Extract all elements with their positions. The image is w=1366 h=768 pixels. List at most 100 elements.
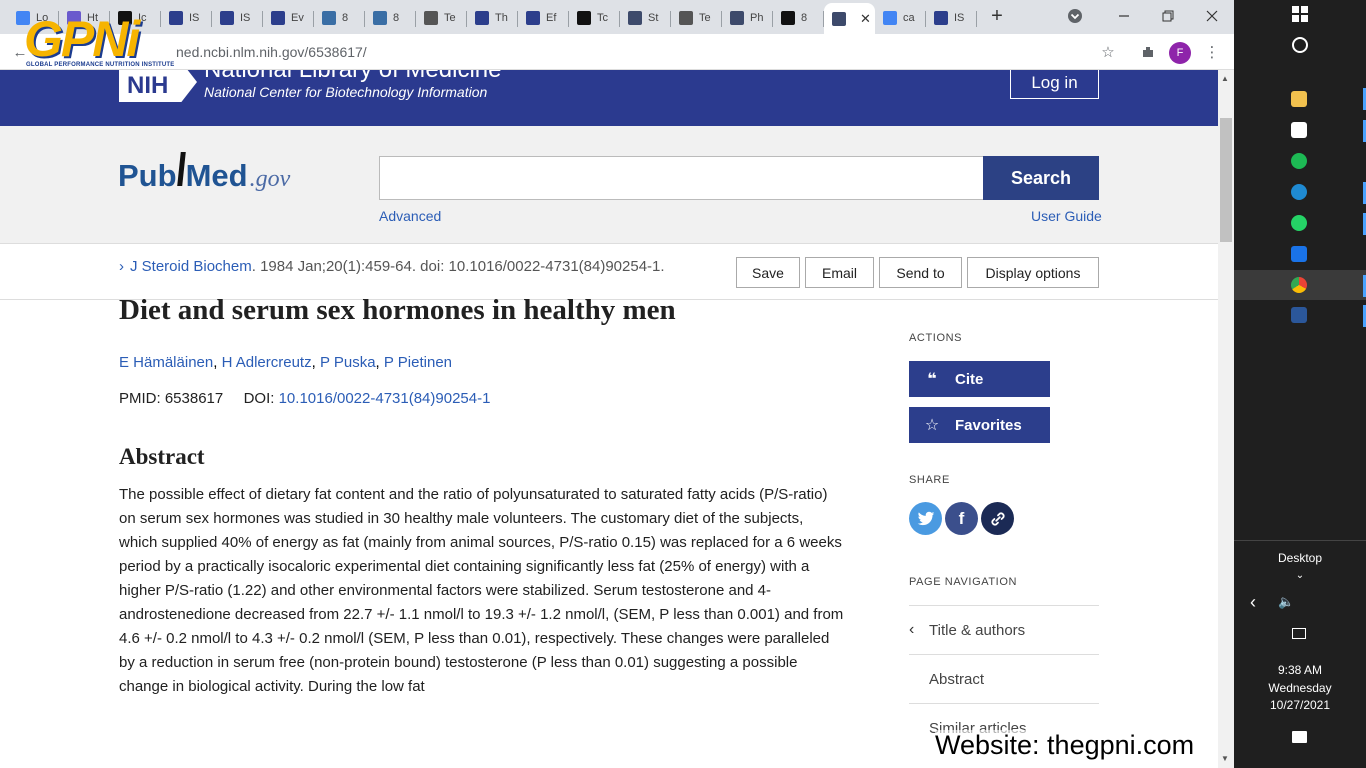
clock-day[interactable]: Wednesday: [1234, 681, 1366, 695]
browser-tab[interactable]: Ev: [263, 4, 314, 32]
scrollbar-thumb[interactable]: [1220, 118, 1232, 242]
copy-link-icon[interactable]: [981, 502, 1014, 535]
identifiers: PMID: 6538617 DOI: 10.1016/0022-4731(84)…: [119, 390, 490, 407]
clock-date[interactable]: 10/27/2021: [1234, 698, 1366, 712]
tab-favicon-icon: [628, 11, 642, 25]
browser-tab[interactable]: 8: [365, 4, 416, 32]
browser-tab[interactable]: Te: [416, 4, 467, 32]
display-options-button[interactable]: Display options: [967, 257, 1099, 288]
chevron-right-icon[interactable]: ›: [119, 258, 124, 275]
tab-label: Th: [495, 12, 508, 24]
browser-tab[interactable]: St: [620, 4, 671, 32]
nav-label: Title & authors: [929, 621, 1026, 639]
browser-tab[interactable]: Ph: [722, 4, 773, 32]
minimize-button[interactable]: [1102, 0, 1146, 32]
browser-tab[interactable]: Ef: [518, 4, 569, 32]
windows-taskbar: Desktop ⌄ ‹ 🔈 9:38 AM Wednesday 10/27/20…: [1234, 0, 1366, 768]
mail-icon[interactable]: [1291, 246, 1307, 262]
star-icon: ☆: [924, 417, 940, 434]
tab-label: ca: [903, 12, 915, 24]
touch-keyboard-icon[interactable]: [1292, 628, 1306, 639]
gpni-logo-subtitle: GLOBAL PERFORMANCE NUTRITION INSTITUTE: [26, 62, 175, 68]
browser-tab[interactable]: IS: [212, 4, 263, 32]
extensions-icon[interactable]: [1138, 42, 1158, 62]
cortana-search-icon[interactable]: [1292, 37, 1308, 53]
tab-favicon-icon: [781, 11, 795, 25]
chevron-down-icon[interactable]: ⌄: [1234, 570, 1366, 581]
spotify-icon[interactable]: [1291, 153, 1307, 169]
tab-favicon-icon: [679, 11, 693, 25]
nav-label: Abstract: [929, 670, 985, 688]
email-button[interactable]: Email: [805, 257, 874, 288]
doi-label: DOI:: [243, 390, 275, 407]
profile-avatar[interactable]: F: [1169, 42, 1191, 64]
browser-tab[interactable]: Tc: [569, 4, 620, 32]
user-guide-link[interactable]: User Guide: [1031, 208, 1102, 224]
chrome-icon[interactable]: [1291, 277, 1307, 293]
file-explorer-icon[interactable]: [1291, 91, 1307, 107]
doi-link[interactable]: 10.1016/0022-4731(84)90254-1: [279, 390, 491, 407]
website-caption: Website: thegpni.com: [935, 730, 1195, 761]
favorites-button[interactable]: ☆ Favorites: [909, 407, 1050, 443]
login-button[interactable]: Log in: [1010, 70, 1099, 99]
tab-label: Ph: [750, 12, 764, 24]
author-link[interactable]: E Hämäläinen: [119, 354, 213, 371]
browser-tab[interactable]: ca: [875, 4, 926, 32]
nih-logo[interactable]: NIH: [119, 70, 197, 102]
desktop-label[interactable]: Desktop: [1234, 551, 1366, 565]
whatsapp-icon[interactable]: [1291, 215, 1307, 231]
bookmark-star-icon[interactable]: ☆: [1098, 42, 1118, 62]
cite-button[interactable]: ❝ Cite: [909, 361, 1050, 397]
browser-tab[interactable]: 8: [773, 4, 824, 32]
clock-time[interactable]: 9:38 AM: [1234, 663, 1366, 677]
author-link[interactable]: H Adlercreutz: [222, 354, 312, 371]
pubmed-logo-bookmark-icon: [176, 152, 186, 186]
close-tab-icon[interactable]: ✕: [860, 11, 871, 27]
gpni-logo-text: GPNi: [24, 11, 140, 67]
tab-label: Te: [444, 12, 456, 24]
tab-label: Ef: [546, 12, 557, 24]
menu-icon[interactable]: ⋮: [1202, 42, 1222, 62]
advanced-search-link[interactable]: Advanced: [379, 208, 441, 224]
word-icon[interactable]: [1291, 307, 1307, 323]
nav-title-authors[interactable]: ‹ Title & authors: [909, 605, 1099, 654]
search-input[interactable]: [379, 156, 984, 200]
edge-icon[interactable]: [1291, 184, 1307, 200]
tab-favicon-icon: [322, 11, 336, 25]
chevron-left-icon[interactable]: ‹: [1250, 592, 1256, 613]
tab-search-icon[interactable]: [1064, 0, 1086, 32]
actions-heading: ACTIONS: [909, 332, 963, 344]
new-tab-button[interactable]: +: [984, 0, 1010, 32]
facebook-icon[interactable]: f: [945, 502, 978, 535]
browser-tab[interactable]: ✕: [824, 3, 875, 34]
volume-icon[interactable]: 🔈: [1278, 594, 1294, 610]
store-icon[interactable]: [1291, 122, 1307, 138]
browser-tab[interactable]: 8: [314, 4, 365, 32]
browser-tab[interactable]: Th: [467, 4, 518, 32]
tab-favicon-icon: [220, 11, 234, 25]
abstract-text: The possible effect of dietary fat conte…: [119, 486, 844, 695]
quote-icon: ❝: [927, 371, 937, 388]
pubmed-logo[interactable]: Pub Med .gov: [118, 152, 290, 194]
search-button[interactable]: Search: [983, 156, 1099, 200]
scroll-down-arrow-icon[interactable]: ▼: [1221, 754, 1229, 763]
save-button[interactable]: Save: [736, 257, 800, 288]
browser-tab[interactable]: Te: [671, 4, 722, 32]
page-scrollbar[interactable]: ▲ ▼: [1218, 70, 1234, 768]
nav-abstract[interactable]: Abstract: [909, 654, 1099, 703]
restore-button[interactable]: [1146, 0, 1190, 32]
twitter-icon[interactable]: [909, 502, 942, 535]
tab-label: 8: [393, 12, 400, 24]
pmid: PMID: 6538617: [119, 390, 224, 407]
author-link[interactable]: P Pietinen: [384, 354, 452, 371]
journal-link[interactable]: J Steroid Biochem: [130, 258, 252, 275]
send-to-button[interactable]: Send to: [879, 257, 962, 288]
pubmed-logo-gov: .gov: [249, 166, 291, 192]
author-link[interactable]: P Puska: [320, 354, 376, 371]
windows-start-icon[interactable]: [1292, 6, 1308, 22]
cite-label: Cite: [955, 370, 984, 388]
close-window-button[interactable]: [1190, 0, 1234, 32]
notification-icon[interactable]: [1292, 731, 1307, 743]
browser-tab[interactable]: IS: [926, 4, 977, 32]
scroll-up-arrow-icon[interactable]: ▲: [1221, 74, 1229, 83]
